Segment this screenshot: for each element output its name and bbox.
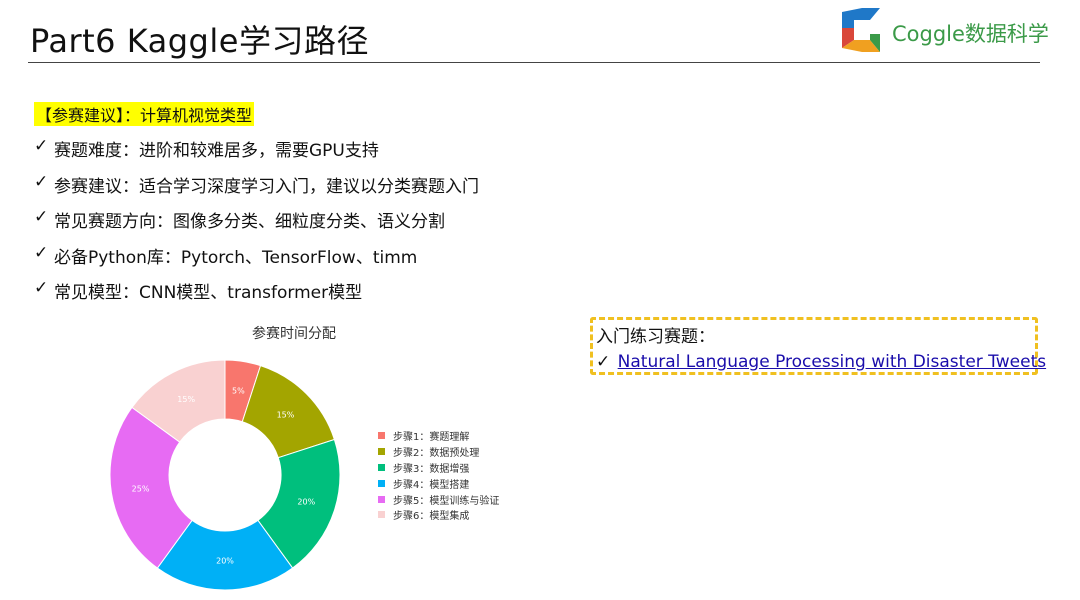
slice-label: 15% <box>177 395 195 404</box>
legend-label: 步骤1：赛题理解 <box>393 432 470 444</box>
bullet-text: 常见赛题方向：图像多分类、细粒度分类、语义分割 <box>54 212 445 232</box>
list-item: ✓ 常见模型：CNN模型、transformer模型 <box>34 278 479 314</box>
check-icon: ✓ <box>34 136 49 156</box>
bullet-text: 参赛建议：适合学习深度学习入门，建议以分类赛题入门 <box>54 176 479 197</box>
legend-label: 步骤5：模型训练与验证 <box>393 495 500 507</box>
header-divider <box>28 62 1040 63</box>
legend-swatch <box>378 495 385 503</box>
slice-label: 20% <box>297 497 315 506</box>
legend-label: 步骤4：模型搭建 <box>393 479 470 491</box>
legend-swatch <box>378 463 385 471</box>
donut-chart: 5% 15% 20% 20% 25% 15% <box>109 359 341 591</box>
slide-title: Part6 Kaggle学习路径 <box>30 22 369 60</box>
legend-label: 步骤6：模型集成 <box>393 511 470 523</box>
legend-swatch <box>378 432 385 440</box>
check-icon: ✓ <box>34 171 49 192</box>
chart-legend: 步骤1：赛题理解 步骤2：数据预处理 步骤3：数据增强 步骤4：模型搭建 步骤5… <box>378 428 499 523</box>
legend-label: 步骤3：数据增强 <box>393 463 470 475</box>
coggle-logo-icon <box>842 8 880 52</box>
list-item: ✓ 常见赛题方向：图像多分类、细粒度分类、语义分割 <box>34 207 479 243</box>
list-item: ✓ 参赛建议：适合学习深度学习入门，建议以分类赛题入门 <box>34 172 479 208</box>
practice-item: ✓ Natural Language Processing with Disas… <box>596 352 1046 372</box>
list-item: ✓ 赛题难度：进阶和较难居多，需要GPU支持 <box>34 136 479 172</box>
legend-swatch <box>378 511 385 519</box>
section-heading: 【参赛建议】：计算机视觉类型 <box>34 102 255 126</box>
legend-item: 步骤4：模型搭建 <box>378 475 499 491</box>
slice-label: 15% <box>277 411 295 420</box>
legend-swatch <box>378 479 385 487</box>
legend-item: 步骤5：模型训练与验证 <box>378 491 499 507</box>
legend-item: 步骤3：数据增强 <box>378 460 499 476</box>
legend-item: 步骤1：赛题理解 <box>378 428 499 444</box>
slice-label: 25% <box>132 484 150 493</box>
practice-title: 入门练习赛题： <box>596 327 715 347</box>
bullet-text: 赛题难度：进阶和较难居多，需要GPU支持 <box>54 141 379 161</box>
check-icon: ✓ <box>34 242 49 263</box>
legend-item: 步骤2：数据预处理 <box>378 444 499 460</box>
slice-label: 20% <box>216 557 234 566</box>
brand-logo: Coggle数据科学 <box>840 6 1070 54</box>
slice-label: 5% <box>232 387 245 396</box>
check-icon: ✓ <box>34 278 49 298</box>
legend-swatch <box>378 448 385 456</box>
bullet-text: 必备Python库：Pytorch、TensorFlow、timm <box>54 247 418 268</box>
check-icon: ✓ <box>34 207 49 227</box>
list-item: ✓ 必备Python库：Pytorch、TensorFlow、timm <box>34 243 479 279</box>
legend-item: 步骤6：模型集成 <box>378 507 499 523</box>
bullet-list: ✓ 赛题难度：进阶和较难居多，需要GPU支持 ✓ 参赛建议：适合学习深度学习入门，建… <box>34 136 479 314</box>
legend-label: 步骤2：数据预处理 <box>393 448 480 460</box>
bullet-text: 常见模型：CNN模型、transformer模型 <box>54 283 363 303</box>
check-icon: ✓ <box>596 352 611 372</box>
competition-link[interactable]: Natural Language Processing with Disaste… <box>618 352 1046 372</box>
chart-title: 参赛时间分配 <box>252 326 336 342</box>
brand-name: Coggle数据科学 <box>892 22 1049 46</box>
